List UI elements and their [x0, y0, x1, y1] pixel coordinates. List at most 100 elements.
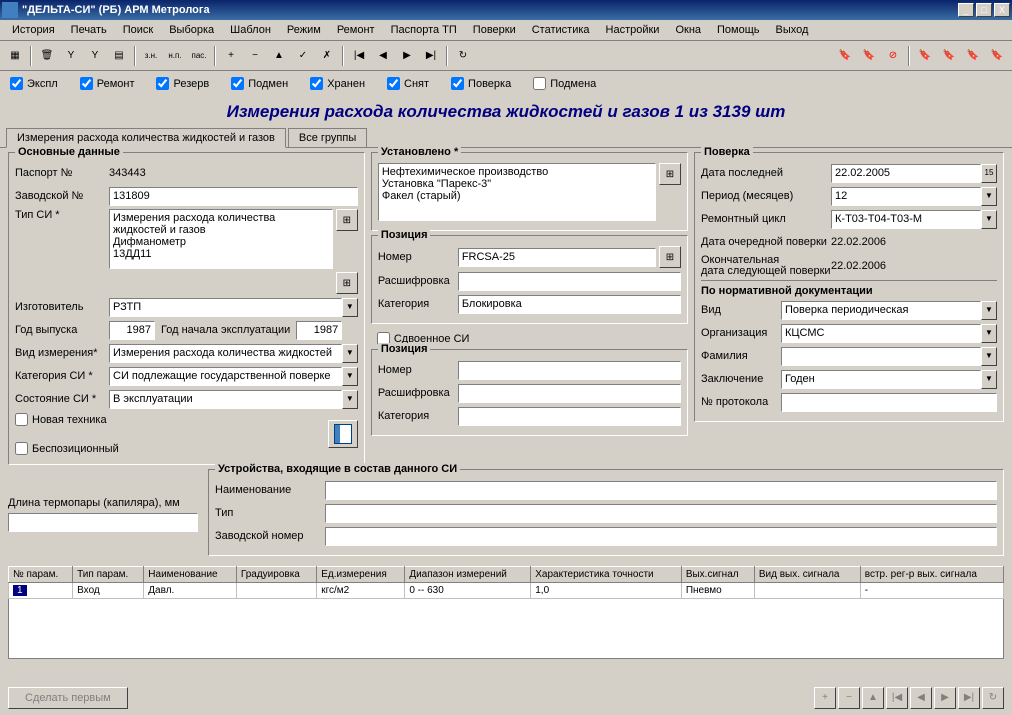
- nav-edit-icon[interactable]: ▲: [862, 687, 884, 709]
- tool-refresh-icon[interactable]: ↻: [452, 45, 474, 67]
- vidizm-input[interactable]: [109, 344, 342, 363]
- menu-mode[interactable]: Режим: [279, 22, 329, 38]
- tool-check-icon[interactable]: ✓: [292, 45, 314, 67]
- check-zakl-dd-icon[interactable]: ▼: [981, 370, 997, 389]
- chk-bespoz[interactable]: Беспозиционный: [15, 442, 119, 455]
- status-icon-3[interactable]: ⊘: [882, 45, 904, 67]
- check-org-input[interactable]: [781, 324, 981, 343]
- tool-filter-icon[interactable]: Y: [60, 45, 82, 67]
- notebook-button[interactable]: [328, 420, 358, 448]
- tool-pas[interactable]: пас.: [188, 45, 210, 67]
- pos-browse-icon[interactable]: ⊞: [659, 246, 681, 268]
- katsi-dropdown-icon[interactable]: ▼: [342, 367, 358, 386]
- ustr-naim-input[interactable]: [325, 481, 997, 500]
- filter-remont[interactable]: Ремонт: [80, 77, 135, 90]
- ustr-zn-input[interactable]: [325, 527, 997, 546]
- menu-exit[interactable]: Выход: [768, 22, 817, 38]
- menu-template[interactable]: Шаблон: [222, 22, 279, 38]
- status-icon-6[interactable]: 🔖: [962, 45, 984, 67]
- menu-passports[interactable]: Паспорта ТП: [383, 22, 465, 38]
- check-cycle-input[interactable]: [831, 210, 981, 229]
- check-cycle-dd-icon[interactable]: ▼: [981, 210, 997, 229]
- sostsi-dropdown-icon[interactable]: ▼: [342, 390, 358, 409]
- status-icon-5[interactable]: 🔖: [938, 45, 960, 67]
- menu-repair[interactable]: Ремонт: [329, 22, 383, 38]
- filter-snyat[interactable]: Снят: [387, 77, 429, 90]
- nav-refresh-icon[interactable]: ↻: [982, 687, 1004, 709]
- check-org-dd-icon[interactable]: ▼: [981, 324, 997, 343]
- tool-remove-icon[interactable]: −: [244, 45, 266, 67]
- tool-next-icon[interactable]: ▶: [396, 45, 418, 67]
- col-char[interactable]: Характеристика точности: [531, 567, 682, 583]
- table-row[interactable]: 1 Вход Давл. кгс/м2 0 -- 630 1,0 Пневмо …: [9, 583, 1004, 599]
- tab-all-groups[interactable]: Все группы: [288, 128, 367, 147]
- menu-settings[interactable]: Настройки: [598, 22, 668, 38]
- tool-last-icon[interactable]: ▶|: [420, 45, 442, 67]
- menu-search[interactable]: Поиск: [115, 22, 161, 38]
- tipsi-browse-icon[interactable]: ⊞: [336, 209, 358, 231]
- check-vid-input[interactable]: [781, 301, 981, 320]
- tipsi-input[interactable]: [109, 209, 333, 269]
- install-browse-icon[interactable]: ⊞: [659, 163, 681, 185]
- pos2-rash-input[interactable]: [458, 384, 681, 403]
- nav-add-icon[interactable]: +: [814, 687, 836, 709]
- col-ed[interactable]: Ед.измерения: [317, 567, 405, 583]
- pos-rash-input[interactable]: [458, 272, 681, 291]
- col-grad[interactable]: Градуировка: [236, 567, 316, 583]
- status-icon-1[interactable]: 🔖: [834, 45, 856, 67]
- katsi-input[interactable]: [109, 367, 342, 386]
- tool-prev-icon[interactable]: ◀: [372, 45, 394, 67]
- filter-rezerv[interactable]: Резерв: [156, 77, 209, 90]
- menu-history[interactable]: История: [4, 22, 63, 38]
- menu-stats[interactable]: Статистика: [524, 22, 598, 38]
- check-period-dd-icon[interactable]: ▼: [981, 187, 997, 206]
- tool-zn[interactable]: з.н.: [140, 45, 162, 67]
- tool-filter2-icon[interactable]: Y: [84, 45, 106, 67]
- col-diap[interactable]: Диапазон измерений: [405, 567, 531, 583]
- dlina-input[interactable]: [8, 513, 198, 532]
- tool-list-icon[interactable]: ▤: [108, 45, 130, 67]
- godvyp-input[interactable]: [109, 321, 155, 340]
- col-vidvyh[interactable]: Вид вых. сигнала: [754, 567, 860, 583]
- filter-hranen[interactable]: Хранен: [310, 77, 365, 90]
- tool-np[interactable]: н.п.: [164, 45, 186, 67]
- tipsi-browse2-icon[interactable]: ⊞: [336, 272, 358, 294]
- ustr-tip-input[interactable]: [325, 504, 997, 523]
- maximize-button[interactable]: □: [976, 3, 992, 17]
- sostsi-input[interactable]: [109, 390, 342, 409]
- vidizm-dropdown-icon[interactable]: ▼: [342, 344, 358, 363]
- check-zakl-input[interactable]: [781, 370, 981, 389]
- menu-print[interactable]: Печать: [63, 22, 115, 38]
- nav-remove-icon[interactable]: −: [838, 687, 860, 709]
- menu-windows[interactable]: Окна: [667, 22, 709, 38]
- nav-first-icon[interactable]: |◀: [886, 687, 908, 709]
- tool-delete-icon[interactable]: 🗑: [36, 45, 58, 67]
- filter-ekspl[interactable]: Экспл: [10, 77, 58, 90]
- menu-checks[interactable]: Поверки: [465, 22, 524, 38]
- status-icon-4[interactable]: 🔖: [914, 45, 936, 67]
- nav-next-icon[interactable]: ▶: [934, 687, 956, 709]
- pos2-nomer-input[interactable]: [458, 361, 681, 380]
- zavod-input[interactable]: [109, 187, 358, 206]
- status-icon-7[interactable]: 🔖: [986, 45, 1008, 67]
- tool-first-icon[interactable]: |◀: [348, 45, 370, 67]
- godnach-input[interactable]: [296, 321, 342, 340]
- nav-prev-icon[interactable]: ◀: [910, 687, 932, 709]
- check-last-input[interactable]: [831, 164, 981, 183]
- status-icon-2[interactable]: 🔖: [858, 45, 880, 67]
- filter-podmena[interactable]: Подмена: [533, 77, 596, 90]
- tool-edit-icon[interactable]: ▲: [268, 45, 290, 67]
- check-proto-input[interactable]: [781, 393, 997, 412]
- izgot-input[interactable]: [109, 298, 342, 317]
- chk-novtech[interactable]: Новая техника: [15, 413, 119, 426]
- close-button[interactable]: X: [994, 3, 1010, 17]
- install-text[interactable]: [378, 163, 656, 221]
- minimize-button[interactable]: _: [958, 3, 974, 17]
- check-fam-input[interactable]: [781, 347, 981, 366]
- pos-kat-input[interactable]: [458, 295, 681, 314]
- col-vstr[interactable]: встр. рег-р вых. сигнала: [860, 567, 1003, 583]
- col-naim[interactable]: Наименование: [144, 567, 237, 583]
- col-vyh[interactable]: Вых.сигнал: [681, 567, 754, 583]
- filter-podmen[interactable]: Подмен: [231, 77, 288, 90]
- tool-add-icon[interactable]: +: [220, 45, 242, 67]
